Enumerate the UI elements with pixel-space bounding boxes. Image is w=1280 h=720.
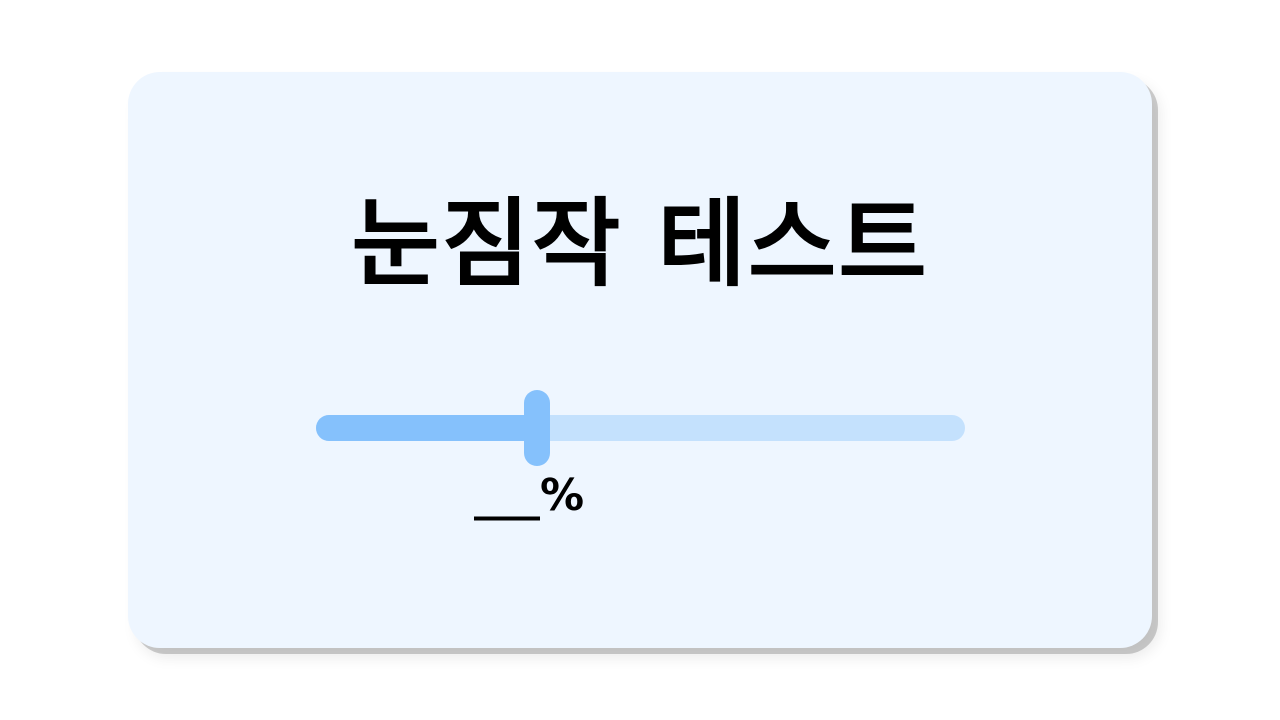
slider-fill bbox=[316, 415, 537, 441]
test-card: 눈짐작 테스트 ___% bbox=[128, 72, 1152, 648]
slider-thumb[interactable] bbox=[524, 390, 550, 466]
percent-readout: ___% bbox=[474, 470, 585, 521]
estimate-slider[interactable] bbox=[316, 390, 965, 466]
page-title: 눈짐작 테스트 bbox=[351, 188, 929, 300]
